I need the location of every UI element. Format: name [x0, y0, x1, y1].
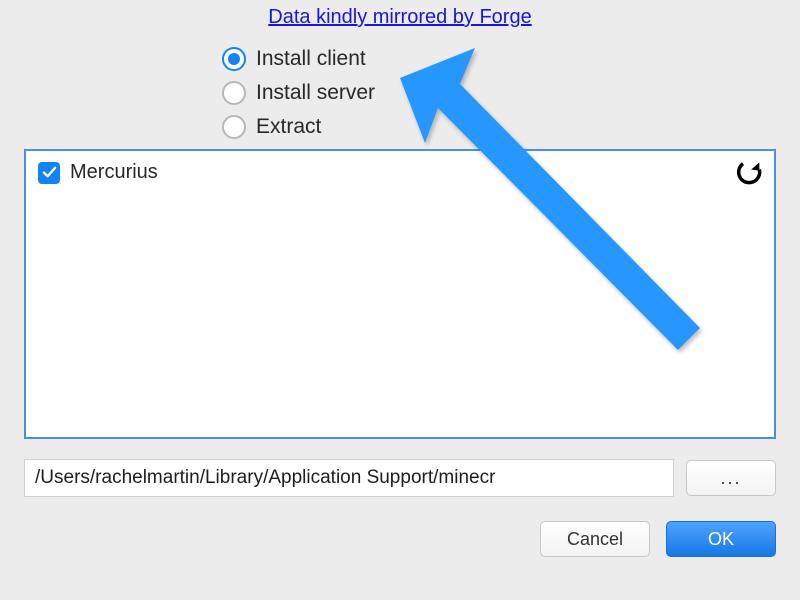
options-list[interactable]: Mercurius: [24, 149, 776, 439]
radio-label: Install server: [256, 81, 375, 105]
install-path-input[interactable]: [24, 459, 674, 497]
radio-install-server[interactable]: Install server: [222, 81, 800, 105]
cancel-button[interactable]: Cancel: [540, 521, 650, 557]
list-item-label: Mercurius: [70, 161, 158, 184]
radio-install-client[interactable]: Install client: [222, 47, 800, 71]
dialog-buttons: Cancel OK: [24, 521, 776, 557]
path-row: ...: [24, 459, 776, 497]
radio-label: Install client: [256, 47, 366, 71]
browse-button[interactable]: ...: [686, 460, 776, 496]
radio-icon: [222, 47, 246, 71]
radio-extract[interactable]: Extract: [222, 115, 800, 139]
mirror-link[interactable]: Data kindly mirrored by Forge: [0, 0, 800, 29]
list-item[interactable]: Mercurius: [26, 151, 774, 194]
radio-icon: [222, 115, 246, 139]
radio-label: Extract: [256, 115, 321, 139]
ok-button[interactable]: OK: [666, 521, 776, 557]
refresh-icon[interactable]: [736, 159, 764, 187]
checkbox-icon[interactable]: [38, 162, 60, 184]
install-mode-radio-group: Install client Install server Extract: [222, 47, 800, 139]
radio-icon: [222, 81, 246, 105]
